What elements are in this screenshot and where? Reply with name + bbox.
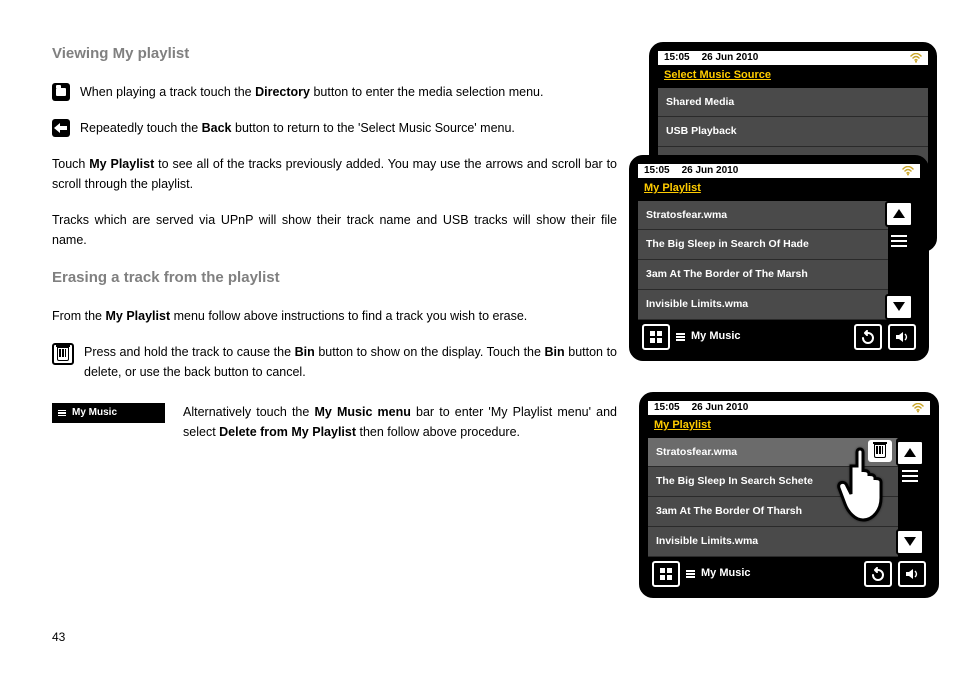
clock: 15:05 [644,163,670,179]
directory-icon [52,83,70,101]
bin-button[interactable] [868,440,892,462]
list-item[interactable]: 3am At The Border Of Tharsh [648,497,898,527]
device-my-playlist: 15:05 26 Jun 2010 My Playlist Stratosfea… [629,155,929,361]
status-bar: 15:05 26 Jun 2010 [638,164,920,178]
list-item[interactable]: Stratosfear.wma [648,438,898,468]
paragraph: Tracks which are served via UPnP will sh… [52,210,617,250]
page-number: 43 [52,628,65,647]
status-bar: 15:05 26 Jun 2010 [648,401,930,415]
scrollbar[interactable] [891,235,907,247]
date: 26 Jun 2010 [692,400,749,416]
wifi-icon [912,403,924,413]
screen-title: My Playlist [648,415,930,438]
date: 26 Jun 2010 [702,50,759,66]
scrollbar[interactable] [902,470,918,482]
scroll-up-button[interactable] [896,440,924,466]
apps-icon[interactable] [642,324,670,350]
clock: 15:05 [654,400,680,416]
paragraph: When playing a track touch the Directory… [80,82,617,102]
paragraph: Press and hold the track to cause the Bi… [84,342,617,382]
apps-icon[interactable] [652,561,680,587]
hamburger-icon [686,570,695,578]
paragraph: From the My Playlist menu follow above i… [52,306,617,326]
list-item[interactable]: The Big Sleep in Search Of Hade [638,230,888,260]
list-item[interactable]: 3am At The Border of The Marsh [638,260,888,290]
back-icon [52,119,70,137]
my-music-menu-bar: My Music [52,403,165,423]
list-item[interactable]: Invisible Limits.wma [648,527,898,557]
back-button[interactable] [864,561,892,587]
list-item[interactable]: Stratosfear.wma [638,201,888,231]
list-item[interactable]: The Big Sleep In Search Schete [648,467,898,497]
device-screenshots: 15:05 26 Jun 2010 Select Music Source Sh… [639,42,918,458]
bin-icon [52,343,74,365]
my-music-menu-bar[interactable]: My Music [676,328,848,346]
clock: 15:05 [664,50,690,66]
back-button[interactable] [854,324,882,350]
paragraph: Touch My Playlist to see all of the trac… [52,154,617,194]
section-heading-viewing: Viewing My playlist [52,42,617,66]
volume-icon[interactable] [888,324,916,350]
section-heading-erasing: Erasing a track from the playlist [52,266,617,290]
wifi-icon [902,166,914,176]
list-item[interactable]: Invisible Limits.wma [638,290,888,320]
paragraph: Alternatively touch the My Music menu ba… [183,402,617,442]
scroll-down-button[interactable] [885,294,913,320]
manual-text-column: Viewing My playlist When playing a track… [52,42,617,458]
volume-icon[interactable] [898,561,926,587]
list-item[interactable]: USB Playback [658,117,928,147]
hamburger-icon [676,333,685,341]
scroll-down-button[interactable] [896,529,924,555]
status-bar: 15:05 26 Jun 2010 [658,51,928,65]
screen-title: Select Music Source [658,65,928,88]
screen-title: My Playlist [638,178,920,201]
paragraph: Repeatedly touch the Back button to retu… [80,118,617,138]
hamburger-icon [58,410,66,417]
list-item[interactable]: Shared Media [658,88,928,118]
date: 26 Jun 2010 [682,163,739,179]
wifi-icon [910,53,922,63]
scroll-up-button[interactable] [885,201,913,227]
device-my-playlist-delete: 15:05 26 Jun 2010 My Playlist Stratosfea… [639,392,939,598]
my-music-menu-bar[interactable]: My Music [686,565,858,583]
